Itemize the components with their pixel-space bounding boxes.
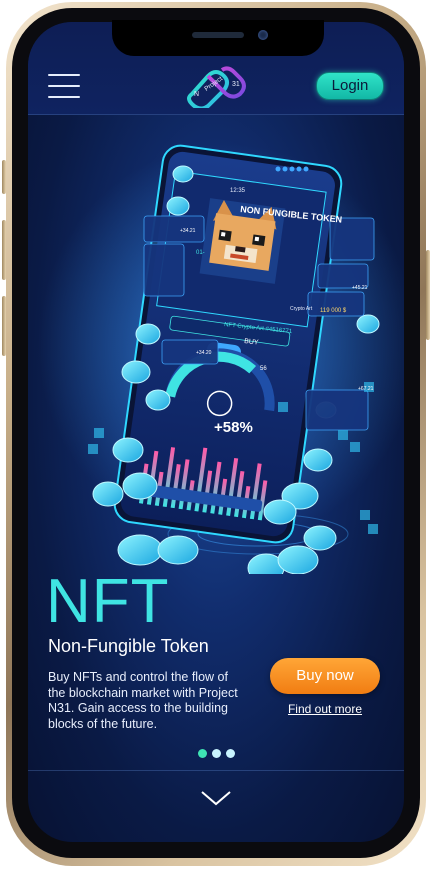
illustration-widget-4: +67.21 [358,386,374,392]
section-divider [28,770,404,771]
power-button [426,250,430,340]
hamburger-menu-icon[interactable] [48,74,80,98]
find-out-more-link[interactable]: Find out more [270,702,380,716]
phone-notch [112,20,324,56]
volume-down-button [2,296,6,356]
illustration-widget-2: +45.21 [352,285,368,291]
pagination-dot-2[interactable] [212,749,221,758]
page-title: NFT [46,567,170,636]
illustration-widget-3: +34.20 [196,350,212,356]
page-subtitle: Non-Fungible Token [48,636,209,656]
logo-right-text: 31 [232,81,240,88]
speaker-grille [192,32,244,38]
hero-illustration: NON FUNGIBLE TOKEN 12:35 NFT Crypto Art … [28,114,404,574]
logo-left-text: N [194,91,199,98]
front-camera [258,30,268,40]
phone-mockup: N Project 31 Login NON FUNGIBLE TOKEN 12… [0,0,432,869]
buy-now-button[interactable]: Buy now [270,658,380,694]
page-description: Buy NFTs and control the flow of the blo… [48,670,238,731]
illustration-widget-1: +34.21 [180,228,196,234]
illustration-crypto-art-label: Crypto Art [290,306,313,312]
illustration-gauge-tag: 56 [260,366,267,372]
illustration-status-time: 12:35 [230,188,246,194]
illustration-price: 119 000 $ [320,308,347,314]
illustration-gauge-percent: +58% [214,419,253,436]
app-screen: N Project 31 Login NON FUNGIBLE TOKEN 12… [28,22,404,842]
project-n31-logo[interactable]: N Project 31 [178,64,254,108]
volume-up-button [2,220,6,280]
nft-phone-illustration: NON FUNGIBLE TOKEN 12:35 NFT Crypto Art … [38,144,404,574]
illustration-label-01: 01- [196,250,205,256]
chevron-down-icon[interactable] [198,786,234,810]
pagination-dot-1[interactable] [198,749,207,758]
login-button[interactable]: Login [316,72,384,100]
mute-switch [2,160,6,194]
pagination-dot-3[interactable] [226,749,235,758]
